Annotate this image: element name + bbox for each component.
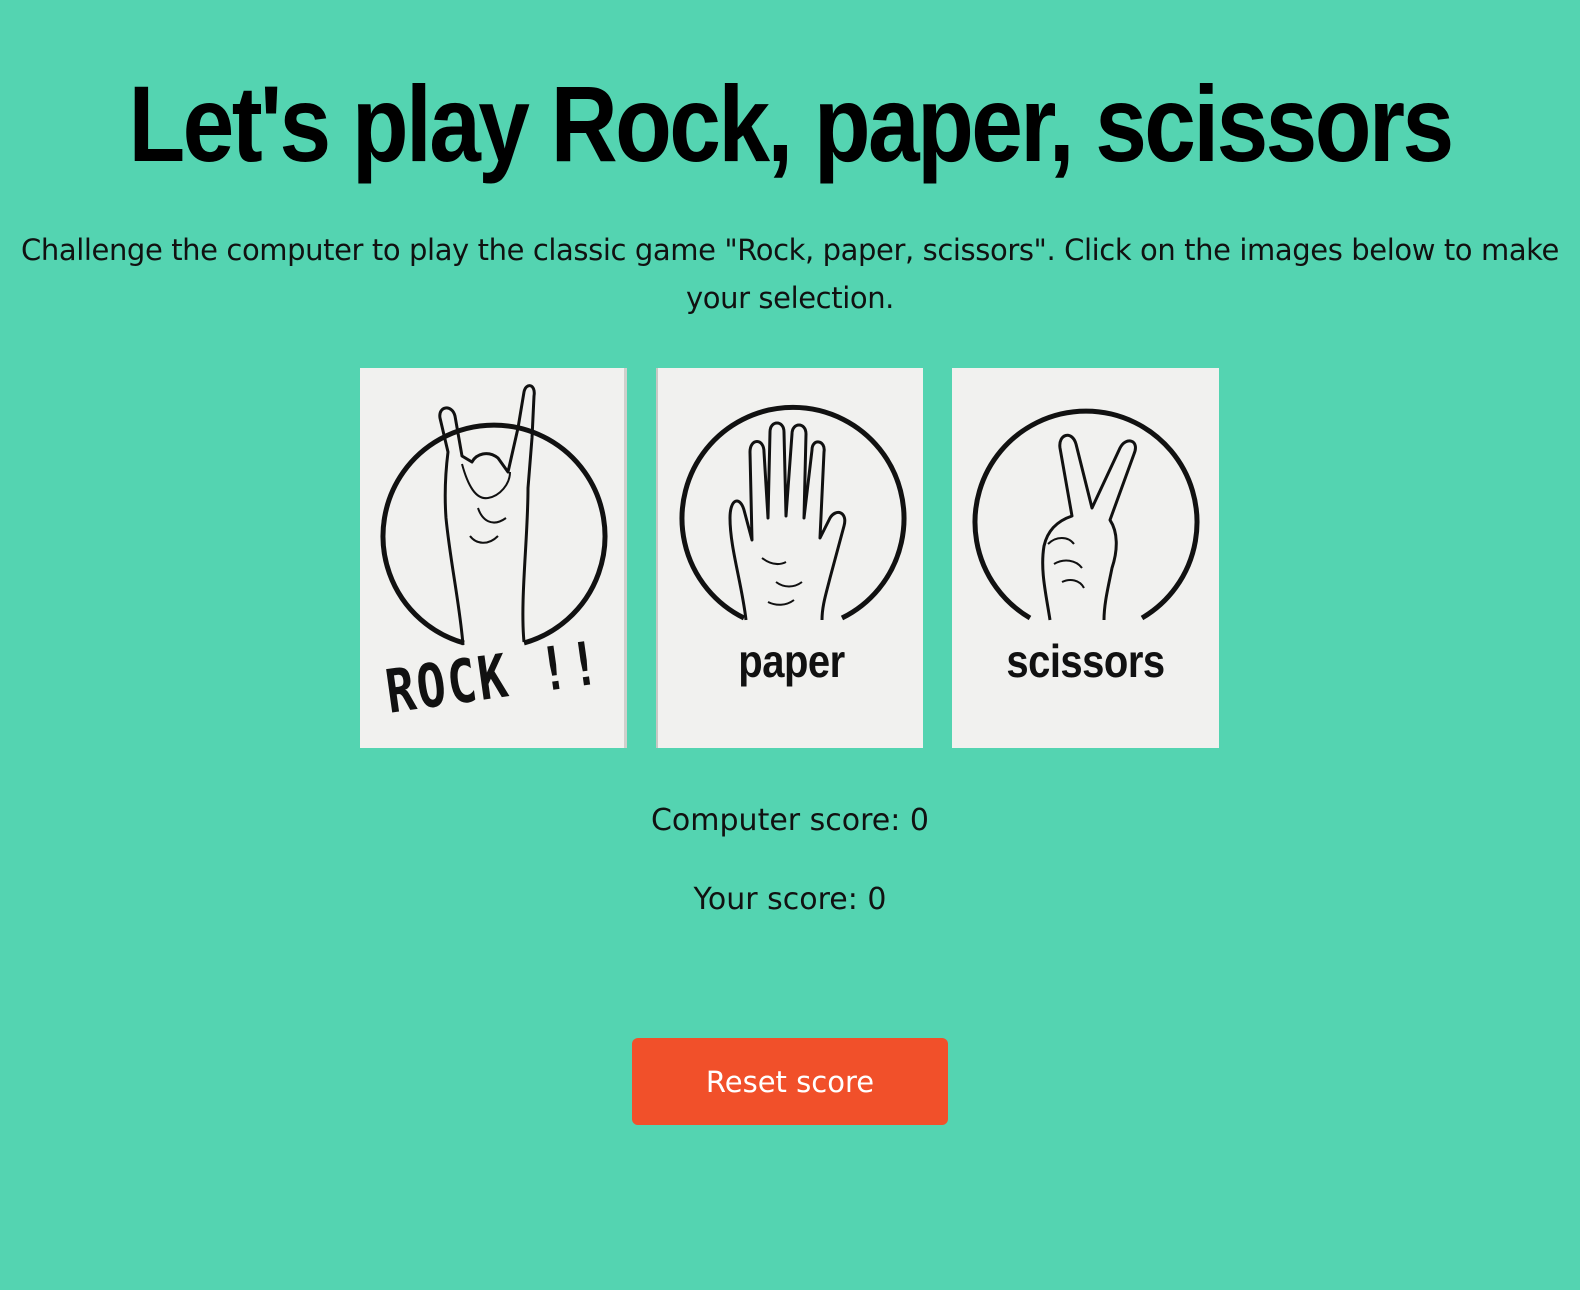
scissors-label: scissors <box>1006 636 1165 688</box>
paper-hand-icon <box>679 404 907 621</box>
reset-score-button[interactable]: Reset score <box>632 1038 948 1125</box>
computer-score: Computer score: 0 <box>0 801 1580 841</box>
scissors-choice-card[interactable]: scissors <box>952 368 1219 748</box>
player-score: Your score: 0 <box>0 880 1580 920</box>
instructions-text: Challenge the computer to play the class… <box>21 233 1559 315</box>
scissors-hand-icon <box>972 408 1200 621</box>
player-score-value: 0 <box>867 882 887 917</box>
paper-label: paper <box>738 636 845 688</box>
paper-choice-card[interactable]: paper <box>656 368 923 748</box>
computer-score-label: Computer score: <box>650 803 901 838</box>
rock-choice-card[interactable]: ROCK !! <box>360 368 627 748</box>
computer-score-value: 0 <box>909 803 930 838</box>
choice-options: ROCK !! paper scissors <box>360 368 1220 748</box>
player-score-label: Your score: <box>693 882 858 917</box>
page-title: Let's play Rock, paper, scissors <box>128 63 1454 184</box>
